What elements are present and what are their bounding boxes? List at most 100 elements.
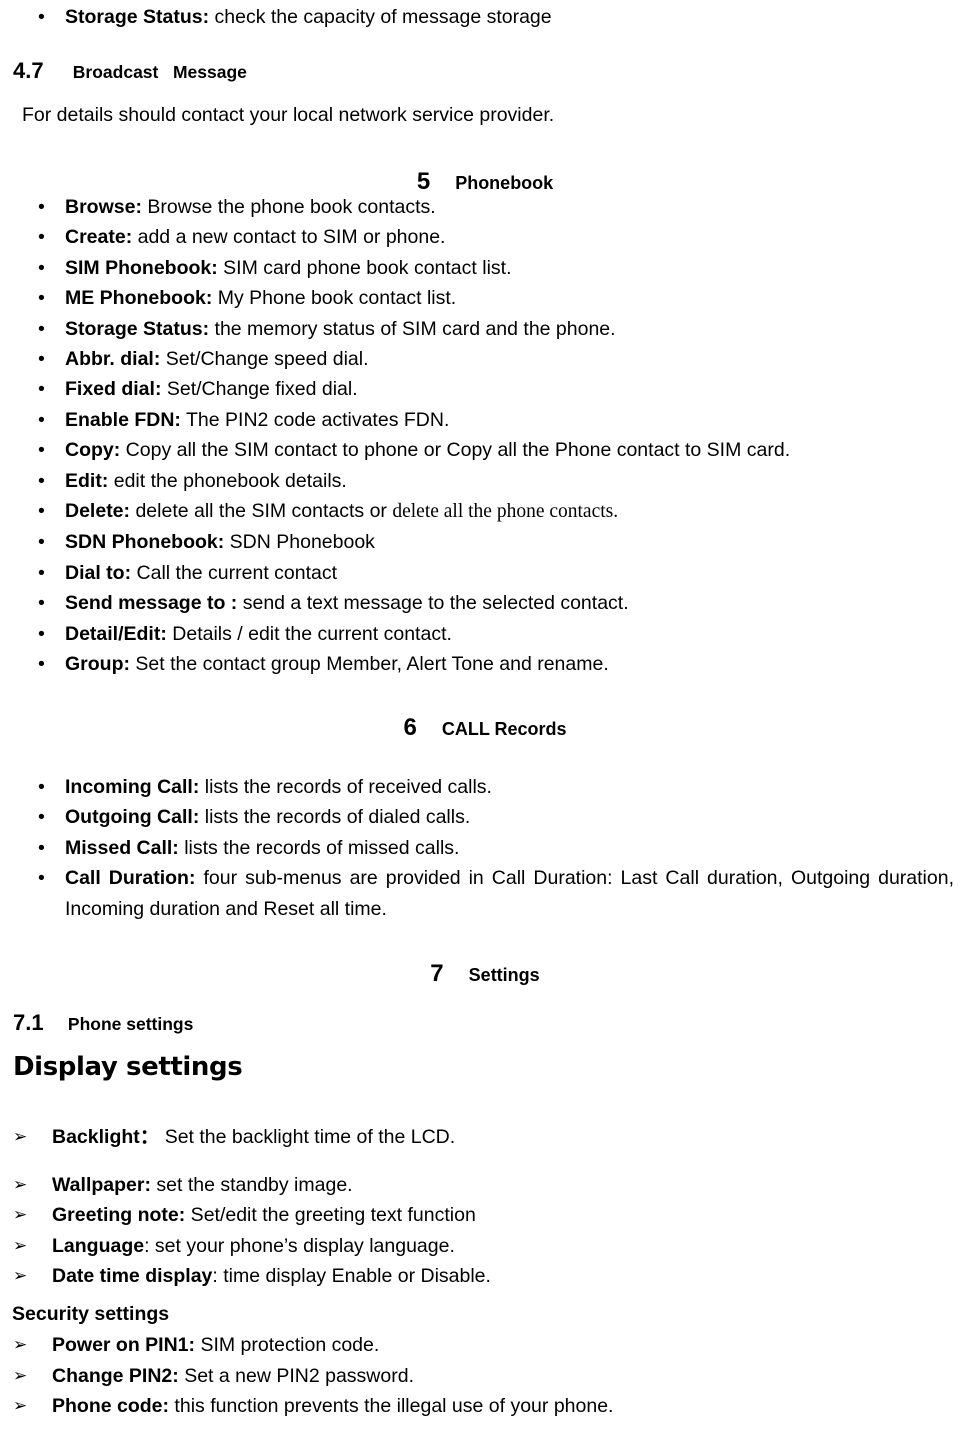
list-item-desc: : set your phone’s display language.: [144, 1234, 455, 1257]
heading-gap: [44, 62, 73, 82]
heading-number: 6: [403, 714, 417, 741]
list-item-term: Phone code:: [52, 1395, 170, 1417]
heading-4-7: 4.7 Broadcast Message: [13, 57, 962, 85]
list-item: Group: Set the contact group Member, Ale…: [0, 649, 954, 680]
list-item: Greeting note: Set/edit the greeting tex…: [0, 1200, 962, 1231]
list-item: Detail/Edit: Details / edit the current …: [0, 619, 954, 650]
list-item-term: Outgoing Call:: [65, 806, 200, 829]
list-item-term: Language: [52, 1234, 145, 1257]
list-item: Change PIN2: Set a new PIN2 password.: [0, 1361, 962, 1392]
list-item-desc: Set a new PIN2 password.: [178, 1364, 414, 1387]
heading-title: Phonebook: [455, 173, 554, 193]
list-item-term: Browse:: [65, 196, 142, 218]
heading-gap: [444, 965, 469, 985]
heading-6: 6 CALL Records: [8, 706, 962, 743]
list-item-desc: Set/edit the greeting text function: [185, 1204, 476, 1226]
list-item-desc: Set the contact group Member, Alert Tone…: [129, 653, 609, 676]
chapter-heading-7: 7 Settings: [0, 952, 962, 989]
broadcast-body-text: For details should contact your local ne…: [22, 104, 555, 126]
list-item-desc: delete all the SIM contacts or: [130, 500, 393, 523]
list-item: Create: add a new contact to SIM or phon…: [0, 222, 954, 253]
list-item: Enable FDN: The PIN2 code activates FDN.: [0, 405, 954, 436]
heading-title: Phone settings: [67, 1014, 194, 1034]
list-item: Fixed dial: Set/Change fixed dial.: [0, 374, 954, 405]
list-item: Storage Status: the memory status of SIM…: [0, 314, 954, 345]
list-item-term: ME Phonebook:: [65, 287, 213, 310]
list-item-term: Change PIN2:: [52, 1364, 179, 1387]
list-item-desc: lists the records of dialed calls.: [199, 806, 471, 829]
list-item: Date time display: time display Enable o…: [0, 1261, 962, 1292]
list-item: Copy: Copy all the SIM contact to phone …: [0, 435, 954, 466]
list-item-desc: set the standby image.: [150, 1173, 353, 1196]
list-item-desc: Details / edit the current contact.: [166, 622, 452, 645]
list-item: ME Phonebook: My Phone book contact list…: [0, 283, 954, 314]
list-item-term: Backlight：: [52, 1126, 160, 1148]
list-item-term: Create:: [65, 226, 133, 249]
list-item-term: Fixed dial:: [65, 378, 162, 401]
display-settings-list: Backlight： Set the backlight time of the…: [0, 1122, 962, 1292]
list-item-desc: SIM card phone book contact list.: [217, 256, 512, 279]
list-item-term: Edit:: [65, 469, 109, 492]
list-item-desc: check the capacity of message storage: [209, 6, 552, 28]
list-item-term: Copy:: [65, 439, 121, 462]
display-settings-heading: Display settings: [13, 1052, 243, 1082]
list-item: Wallpaper: set the standby image.: [0, 1170, 962, 1201]
list-item-desc: Set/Change fixed dial.: [161, 378, 358, 401]
list-item-desc: Browse the phone book contacts.: [141, 196, 436, 218]
list-item-desc: : time display Enable or Disable.: [212, 1265, 491, 1287]
list-item-desc: four sub-menus are provided in Call Dura…: [65, 867, 954, 920]
security-settings-list-block: Power on PIN1: SIM protection code.Chang…: [0, 1330, 962, 1422]
list-item-term: SIM Phonebook:: [65, 256, 218, 279]
security-settings-list: Power on PIN1: SIM protection code.Chang…: [0, 1330, 962, 1422]
list-item: Power on PIN1: SIM protection code.: [0, 1330, 962, 1361]
list-item-desc: Set/Change speed dial.: [160, 348, 369, 371]
heading-gap: [430, 173, 455, 193]
list-item-desc: Call the current contact: [131, 561, 338, 584]
list-item-term: Enable FDN:: [65, 408, 181, 431]
list-item-term: Delete:: [65, 500, 131, 523]
phonebook-list-block: Browse: Browse the phone book contacts.C…: [0, 192, 962, 680]
heading-title: Broadcast Message: [72, 62, 247, 82]
list-item: SDN Phonebook: SDN Phonebook: [0, 527, 954, 558]
broadcast-body-block: For details should contact your local ne…: [0, 100, 962, 130]
heading-number: 5: [416, 168, 431, 195]
heading-gap: [417, 719, 442, 739]
heading-title: Settings: [468, 965, 540, 985]
display-settings-heading-block: Display settings: [0, 1052, 962, 1083]
list-item-term: Power on PIN1:: [52, 1334, 196, 1356]
heading-title: CALL Records: [441, 719, 567, 739]
list-item: Call Duration: four sub-menus are provid…: [0, 863, 954, 924]
list-item-term: Detail/Edit:: [65, 622, 167, 645]
display-settings-list-block: Backlight： Set the backlight time of the…: [0, 1122, 962, 1292]
list-item-desc: Copy all the SIM contact to phone or Cop…: [120, 439, 791, 462]
section-heading-4-7: 4.7 Broadcast Message: [0, 57, 962, 85]
heading-number: 7: [430, 960, 444, 987]
heading-7: 7 Settings: [8, 952, 962, 989]
list-item: Incoming Call: lists the records of rece…: [0, 772, 954, 803]
list-item-desc: lists the records of missed calls.: [178, 836, 460, 859]
list-item-desc: SDN Phonebook: [224, 531, 375, 554]
list-item: Browse: Browse the phone book contacts.: [0, 192, 954, 223]
list-item: Backlight： Set the backlight time of the…: [0, 1122, 962, 1153]
list-item: Phone code: this function prevents the i…: [0, 1391, 962, 1422]
list-item-term: Dial to:: [65, 561, 132, 584]
list-item: Language: set your phone’s display langu…: [0, 1231, 962, 1262]
chapter-heading-6: 6 CALL Records: [0, 706, 962, 743]
list-item-desc: My Phone book contact list.: [212, 287, 457, 310]
security-settings-heading-block: Security settings: [0, 1303, 962, 1326]
heading-gap: [44, 1014, 68, 1034]
list-item-desc: The PIN2 code activates FDN.: [180, 408, 450, 431]
document-page: Storage Status: check the capacity of me…: [0, 0, 962, 1434]
list-item: Edit: edit the phonebook details.: [0, 466, 954, 497]
list-item-term: Storage Status:: [65, 317, 210, 340]
list-item-term: Incoming Call:: [65, 776, 200, 798]
list-item-term: Wallpaper:: [52, 1173, 151, 1196]
storage-status-bullet-block: Storage Status: check the capacity of me…: [0, 2, 962, 33]
list-item: SIM Phonebook: SIM card phone book conta…: [0, 253, 954, 284]
list-item-desc: add a new contact to SIM or phone.: [132, 226, 446, 249]
list-item: Outgoing Call: lists the records of dial…: [0, 802, 954, 833]
list-item-term: Missed Call:: [65, 836, 179, 859]
list-item-term: Group:: [65, 653, 130, 676]
list-item-desc: SIM protection code.: [195, 1334, 380, 1356]
heading-7-1: 7.1 Phone settings: [13, 1009, 962, 1037]
